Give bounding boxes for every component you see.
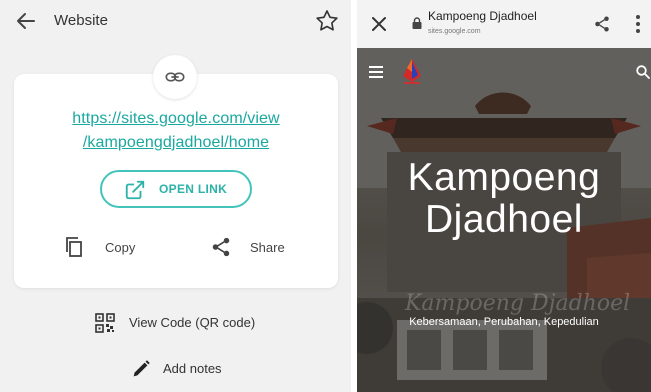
add-notes-button[interactable]: Add notes — [130, 358, 240, 382]
hero-title-line-1: Kampoeng — [407, 156, 601, 199]
link-icon — [165, 72, 185, 82]
menu-icon[interactable] — [369, 66, 383, 78]
share-button[interactable]: Share — [210, 236, 300, 260]
browser-preview-panel: Kampoeng Djadhoel sites.google.com Kampo… — [357, 0, 651, 392]
search-icon[interactable] — [636, 65, 650, 79]
view-qr-code-button[interactable]: View Code (QR code) — [95, 312, 275, 336]
url-link-line-1[interactable]: https://sites.google.com/view — [14, 110, 338, 128]
pencil-icon — [133, 360, 150, 377]
link-details-panel: Website https://sites.google.com/view /k… — [0, 0, 351, 392]
browser-toolbar: Kampoeng Djadhoel sites.google.com — [357, 0, 651, 48]
close-icon[interactable] — [371, 16, 387, 32]
page-title: Website — [54, 12, 108, 29]
hero-tagline: Kebersamaan, Perubahan, Kepedulian — [409, 316, 599, 328]
share-icon — [212, 237, 230, 257]
top-bar: Website — [0, 0, 351, 44]
share-label: Share — [250, 240, 285, 255]
site-title: Kampoeng Djadhoel — [428, 9, 537, 23]
copy-button[interactable]: Copy — [64, 236, 154, 260]
copy-label: Copy — [105, 240, 136, 255]
open-link-button[interactable]: OPEN LINK — [100, 170, 252, 208]
link-badge — [153, 55, 197, 99]
url-link-line-2[interactable]: /kampoengdjadhoel/home — [14, 134, 338, 152]
add-notes-label: Add notes — [163, 361, 222, 376]
open-link-label: OPEN LINK — [159, 182, 228, 196]
more-vert-icon[interactable] — [635, 14, 641, 34]
back-arrow-icon[interactable] — [14, 9, 38, 33]
hero-banner: Kampoeng Djadhoel Kampoeng Djadhoel Kebe… — [357, 48, 651, 392]
site-logo[interactable] — [401, 58, 423, 86]
qr-code-icon — [95, 313, 115, 333]
hero-script-watermark: Kampoeng Djadhoel — [405, 291, 631, 316]
view-qr-code-label: View Code (QR code) — [129, 315, 256, 330]
hero-title-line-2: Djadhoel — [425, 198, 583, 241]
open-external-icon — [125, 180, 145, 200]
lock-icon — [412, 17, 422, 29]
star-icon[interactable] — [314, 8, 340, 34]
site-url: sites.google.com — [428, 28, 481, 35]
copy-icon — [66, 237, 82, 257]
share-icon[interactable] — [593, 14, 611, 34]
